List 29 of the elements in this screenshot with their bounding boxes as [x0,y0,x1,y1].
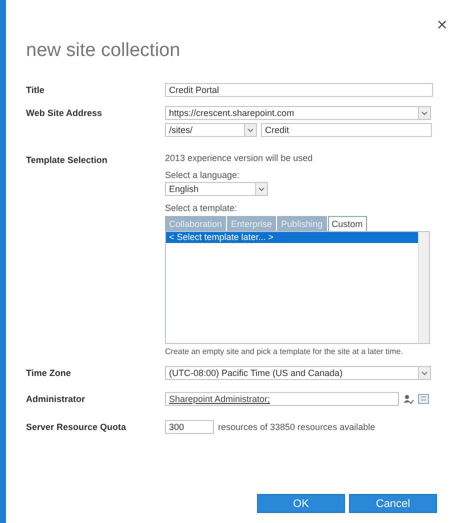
version-note: 2013 experience version will be used [165,153,314,163]
address-book-icon[interactable] [418,394,429,404]
field-label: Title [26,84,46,95]
site-name-field[interactable]: Credit [261,123,432,137]
language-dropdown[interactable]: English [165,182,268,196]
person-check-icon[interactable] [403,394,414,404]
field-label: Template Selection [26,154,108,165]
domain-dropdown[interactable]: https://crescent.sharepoint.com [165,106,431,120]
time-zone-dropdown[interactable]: (UTC-08:00) Pacific Time (US and Canada) [165,366,431,380]
scrollbar[interactable] [418,232,429,343]
template-description: Create an empty site and pick a template for the site at a later time. [165,347,404,356]
ok-button[interactable]: OK [257,494,345,513]
cancel-button[interactable]: Cancel [349,494,437,513]
template-list[interactable]: < Select template later... > [165,231,430,344]
language-label: Select a language: [165,170,241,180]
quota-note: resources of 33850 resources available [218,422,376,432]
template-label: Select a template: [165,203,238,213]
template-tab[interactable]: Custom [328,216,367,231]
path-dropdown[interactable]: /sites/ [165,123,257,137]
template-item[interactable]: < Select template later... > [166,232,418,243]
administrator-field[interactable]: Sharepoint Administrator; [165,392,399,406]
title-field[interactable]: Credit Portal [165,83,433,97]
dialog-title: new site collection [26,39,182,63]
field-label: Time Zone [26,367,72,378]
field-label: Web Site Address [26,107,104,118]
quota-field[interactable]: 300 [165,420,214,434]
field-label: Administrator [26,393,86,404]
close-button[interactable]: × [436,15,448,35]
field-label: Server Resource Quota [26,421,128,432]
